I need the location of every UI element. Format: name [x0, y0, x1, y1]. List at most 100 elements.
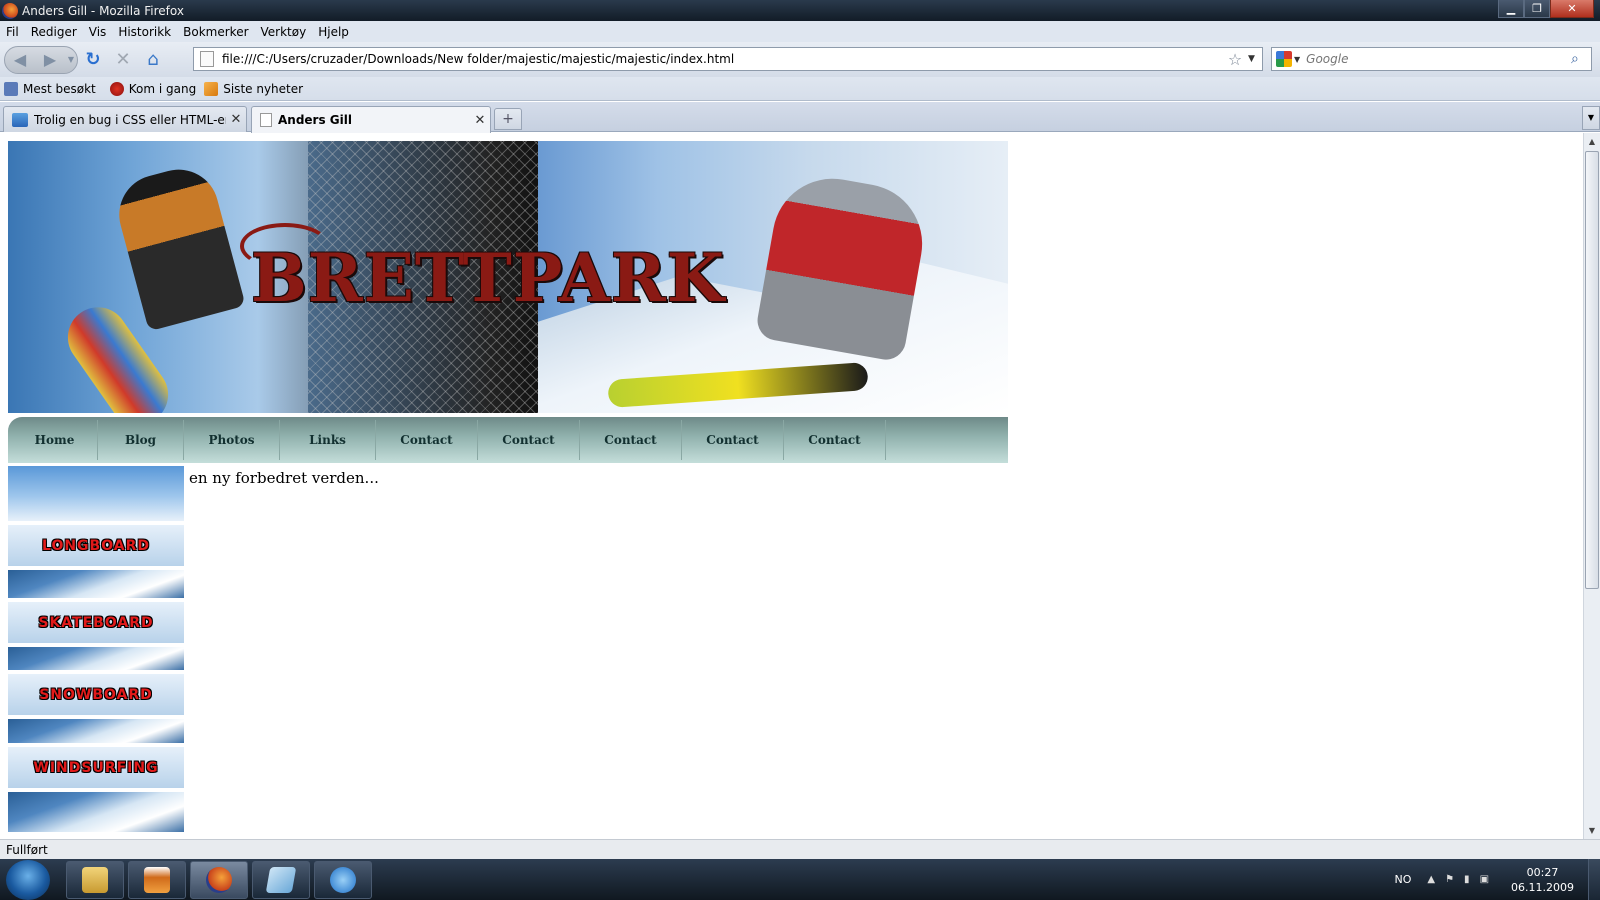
scroll-down-icon[interactable]: ▼	[1584, 822, 1600, 839]
history-dropdown-icon[interactable]: ▼	[65, 55, 77, 64]
scroll-up-icon[interactable]: ▲	[1584, 133, 1600, 150]
new-tab-button[interactable]: +	[494, 108, 522, 130]
action-center-flag-icon[interactable]: ⚑	[1445, 874, 1454, 885]
hardware-favicon-icon	[12, 112, 28, 127]
page-viewport: BRETTPARK Home Blog Photos Links Contact…	[0, 133, 1583, 839]
most-visited-icon	[4, 81, 18, 96]
bookmarks-toolbar: Mest besøkt Kom i gang Siste nyheter	[0, 77, 1600, 101]
firefox-window: Anders Gill - Mozilla Firefox ▁ ❐ ✕ Fil …	[0, 0, 1600, 900]
search-bar[interactable]: ▼ ⌕	[1271, 47, 1592, 71]
nav-home[interactable]: Home	[12, 420, 98, 460]
nav-contact-1[interactable]: Contact	[376, 420, 478, 460]
nav-blog[interactable]: Blog	[98, 420, 184, 460]
search-input[interactable]	[1306, 52, 1571, 66]
power-icon[interactable]: ▮	[1464, 874, 1470, 885]
menu-tools[interactable]: Verktøy	[261, 25, 307, 39]
back-forward-group: ◀ ▶ ▼	[4, 45, 78, 74]
sidebar-spacer-image	[8, 719, 184, 743]
site-banner: BRETTPARK	[8, 141, 1008, 413]
tab-anders-gill[interactable]: Anders Gill ✕	[251, 106, 491, 133]
menu-bookmarks[interactable]: Bokmerker	[183, 25, 248, 39]
firefox-icon	[206, 866, 232, 893]
bookmark-label: Kom i gang	[128, 81, 197, 96]
address-url[interactable]: file:///C:/Users/cruzader/Downloads/New …	[222, 52, 1222, 66]
home-icon[interactable]: ⌂	[138, 46, 168, 74]
nav-contact-2[interactable]: Contact	[478, 420, 580, 460]
language-indicator[interactable]: NO	[1394, 873, 1411, 886]
page-favicon-icon	[260, 113, 272, 127]
nav-photos[interactable]: Photos	[184, 420, 280, 460]
snowboarder-graphic	[754, 169, 932, 363]
tab-strip: Trolig en bug i CSS eller HTML-en -... ✕…	[0, 102, 1600, 133]
tray-expand-icon[interactable]: ▲	[1427, 874, 1435, 885]
taskbar-explorer[interactable]	[66, 860, 124, 899]
tab-list-dropdown-icon[interactable]: ▼	[1582, 106, 1600, 130]
taskbar-media-player[interactable]	[128, 860, 186, 899]
tab-close-icon[interactable]: ✕	[226, 112, 246, 127]
sidebar-longboard[interactable]: LONGBOARD	[8, 525, 184, 566]
folder-icon	[82, 866, 108, 893]
search-icon[interactable]: ⌕	[1571, 51, 1591, 67]
nav-links[interactable]: Links	[280, 420, 376, 460]
bookmark-star-icon[interactable]: ☆	[1222, 50, 1248, 69]
sidebar-snowboard[interactable]: SNOWBOARD	[8, 674, 184, 715]
menu-file[interactable]: Fil	[6, 25, 19, 39]
bookmark-getting-started[interactable]: Kom i gang	[104, 81, 197, 96]
minimize-button[interactable]: ▁	[1498, 0, 1524, 18]
menu-bar: Fil Rediger Vis Historikk Bokmerker Verk…	[0, 21, 1600, 42]
sidebar-windsurfing[interactable]: WINDSURFING	[8, 747, 184, 788]
firefox-getting-started-icon	[109, 81, 124, 96]
menu-history[interactable]: Historikk	[118, 25, 171, 39]
url-dropdown-icon[interactable]: ▼	[1248, 54, 1262, 64]
clock-date: 06.11.2009	[1511, 880, 1574, 894]
maximize-button[interactable]: ❐	[1524, 0, 1550, 18]
sidebar-skateboard[interactable]: SKATEBOARD	[8, 602, 184, 643]
nav-contact-3[interactable]: Contact	[580, 420, 682, 460]
google-engine-icon[interactable]	[1276, 51, 1292, 67]
skater-graphic	[110, 160, 246, 332]
vertical-scrollbar[interactable]: ▲ ▼	[1583, 133, 1600, 839]
nav-contact-4[interactable]: Contact	[682, 420, 784, 460]
page-icon	[200, 51, 214, 67]
bookmark-latest-news[interactable]: Siste nyheter	[204, 81, 304, 96]
sidebar-spacer-image	[8, 570, 184, 598]
sidebar-menu: LONGBOARD SKATEBOARD SNOWBOARD WINDSURFI…	[8, 466, 184, 839]
clock[interactable]: 00:27 06.11.2009	[1511, 865, 1574, 895]
bookmark-label: Siste nyheter	[223, 81, 304, 96]
site-nav: Home Blog Photos Links Contact Contact C…	[8, 417, 1008, 463]
site-logo: BRETTPARK	[250, 239, 726, 317]
taskbar-internet-explorer[interactable]	[314, 860, 372, 899]
back-arrow-icon[interactable]: ◀	[5, 50, 35, 69]
sidebar-mountain-image	[8, 466, 184, 521]
tab-trolig-en-bug[interactable]: Trolig en bug i CSS eller HTML-en -... ✕	[3, 106, 247, 132]
stop-icon[interactable]: ✕	[108, 46, 138, 74]
window-controls: ▁ ❐ ✕	[1498, 0, 1594, 18]
reload-icon[interactable]: ↻	[78, 46, 108, 74]
system-tray: NO ▲ ⚑ ▮ ▣ 00:27 06.11.2009	[1394, 859, 1600, 900]
title-bar: Anders Gill - Mozilla Firefox ▁ ❐ ✕	[0, 0, 1600, 21]
bookmark-most-visited[interactable]: Mest besøkt	[4, 81, 96, 96]
nav-contact-5[interactable]: Contact	[784, 420, 886, 460]
menu-view[interactable]: Vis	[89, 25, 107, 39]
forward-arrow-icon[interactable]: ▶	[35, 50, 65, 69]
status-text: Fullført	[6, 842, 48, 857]
tab-label: Trolig en bug i CSS eller HTML-en -...	[34, 112, 226, 127]
taskbar-firefox[interactable]	[190, 860, 248, 899]
firefox-icon[interactable]	[2, 2, 18, 19]
bookmark-label: Mest besøkt	[23, 81, 96, 96]
close-button[interactable]: ✕	[1550, 0, 1594, 18]
menu-edit[interactable]: Rediger	[31, 25, 77, 39]
windows-taskbar: NO ▲ ⚑ ▮ ▣ 00:27 06.11.2009	[0, 859, 1600, 900]
tab-close-icon[interactable]: ✕	[470, 113, 490, 128]
taskbar-notes[interactable]	[252, 860, 310, 899]
start-button[interactable]	[6, 859, 50, 900]
content-text: en ny forbedret verden...	[189, 469, 379, 487]
show-desktop-button[interactable]	[1588, 859, 1600, 900]
media-player-icon	[144, 866, 170, 893]
clock-time: 00:27	[1526, 865, 1559, 879]
scroll-thumb[interactable]	[1585, 151, 1599, 589]
address-bar[interactable]: file:///C:/Users/cruzader/Downloads/New …	[193, 47, 1263, 71]
engine-dropdown-icon[interactable]: ▼	[1294, 55, 1300, 64]
menu-help[interactable]: Hjelp	[318, 25, 349, 39]
network-icon[interactable]: ▣	[1480, 874, 1489, 885]
